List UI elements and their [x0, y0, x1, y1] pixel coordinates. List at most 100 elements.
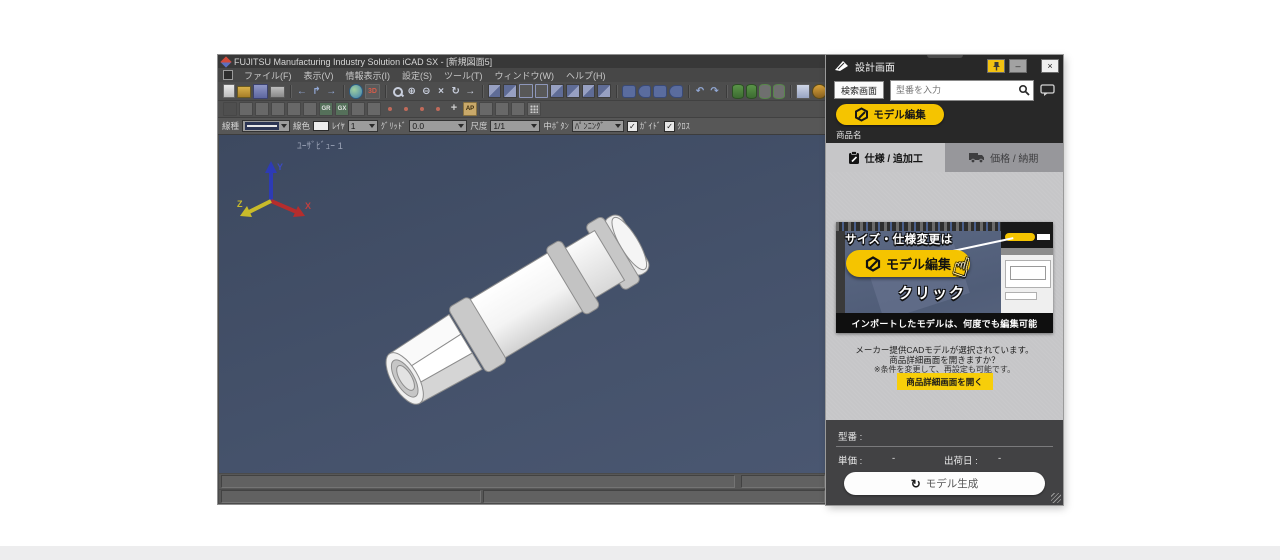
solid-tool-2-icon[interactable]	[638, 85, 652, 98]
panel-tabs: 仕様 / 追加工 価格 / 納期	[826, 143, 1063, 172]
menu-info[interactable]: 情報表示(I)	[340, 69, 397, 82]
view-cube-bottom-icon[interactable]	[566, 84, 580, 98]
3d-viewport[interactable]: ﾕｰｻﾞﾋﾞｭｰ 1 Y X Z	[219, 135, 827, 473]
zoom-icon[interactable]	[391, 85, 404, 98]
undo-icon[interactable]: ↶	[694, 85, 707, 98]
branch-icon[interactable]: ↱	[310, 85, 323, 98]
select-icon[interactable]	[223, 102, 237, 116]
guide-check-icon: ✓	[627, 121, 638, 132]
panel-title: 設計画面	[855, 59, 983, 74]
view-cube-left-icon[interactable]	[519, 84, 533, 98]
open-product-detail-button[interactable]: 商品詳細画面を開く	[897, 373, 993, 390]
menu-help[interactable]: ヘルプ(H)	[560, 69, 612, 82]
save-icon[interactable]	[253, 84, 268, 99]
print-icon[interactable]	[270, 86, 285, 98]
toolbar-edit: GR GX + AP	[218, 101, 828, 118]
part-wire-2-icon[interactable]	[773, 84, 785, 99]
angle-icon[interactable]	[495, 102, 509, 116]
split-icon[interactable]	[367, 102, 381, 116]
dimension-icon[interactable]	[479, 102, 493, 116]
middle-button-select[interactable]: ﾊﾟﾝﾆﾝｸﾞ	[572, 120, 624, 132]
view-cube-back-icon[interactable]	[503, 84, 517, 98]
model-generate-button[interactable]: ↻ モデル生成	[844, 472, 1045, 495]
rotate-view-icon[interactable]: ↻	[449, 85, 462, 98]
solid-tool-4-icon[interactable]	[669, 85, 683, 98]
tab-price-delivery[interactable]: 価格 / 納期	[945, 143, 1064, 172]
region-select-icon[interactable]	[239, 102, 253, 116]
minimize-button[interactable]: –	[1009, 59, 1027, 73]
status-field-right	[741, 475, 825, 488]
segment-point-icon[interactable]	[415, 102, 429, 116]
endpoint-icon[interactable]	[399, 102, 413, 116]
menu-tools[interactable]: ツール(T)	[438, 69, 489, 82]
zoom-in-icon[interactable]: ⊕	[405, 85, 418, 98]
view-cube-front-icon[interactable]	[488, 84, 502, 98]
solid-tool-1-icon[interactable]	[622, 85, 636, 98]
promo-banner[interactable]: サイズ・仕様変更は モデル編集 ☝ クリック インポートしたモデルは、何度でも編…	[836, 222, 1053, 333]
forward-icon[interactable]: →	[325, 85, 338, 98]
page-bottom-strip	[0, 546, 1280, 560]
cross-checkbox[interactable]: ✓ ｸﾛｽ	[664, 120, 690, 132]
close-button[interactable]: ×	[1041, 59, 1059, 73]
copy-icon[interactable]	[271, 102, 285, 116]
model-globe-icon[interactable]	[349, 84, 364, 99]
menu-window[interactable]: ウィンドウ(W)	[489, 69, 561, 82]
part-number-input[interactable]	[894, 84, 1015, 96]
group-gr-icon[interactable]: GR	[319, 102, 333, 116]
zoom-out-icon[interactable]: ⊖	[420, 85, 433, 98]
numeric-input-icon[interactable]	[511, 102, 525, 116]
point-icon[interactable]	[383, 102, 397, 116]
polygon-icon[interactable]	[287, 102, 301, 116]
part-wire-icon[interactable]	[759, 84, 771, 99]
tab-spec-additional[interactable]: 仕様 / 追加工	[826, 143, 945, 172]
view-cube-user-icon[interactable]	[597, 84, 611, 98]
grid-select[interactable]: 0.0	[409, 120, 467, 132]
search-screen-button[interactable]: 検索画面	[834, 81, 884, 99]
cad-window: FUJITSU Manufacturing Industry Solution …	[218, 55, 828, 504]
midpoint-icon[interactable]	[431, 102, 445, 116]
menu-view[interactable]: 表示(V)	[298, 69, 340, 82]
part-solid-2-icon[interactable]	[746, 84, 758, 99]
drag-handle[interactable]	[927, 55, 963, 58]
fit-view-icon[interactable]: →	[464, 85, 477, 98]
guide-checkbox[interactable]: ✓ ｶﾞｲﾄﾞ	[627, 120, 661, 132]
reference-icon[interactable]	[351, 102, 365, 116]
layer-select[interactable]: 1	[348, 120, 378, 132]
snap-ap-icon[interactable]: AP	[463, 102, 477, 116]
line-color-swatch[interactable]	[313, 121, 329, 131]
search-icon[interactable]	[1018, 84, 1030, 96]
redo-icon[interactable]: ↷	[708, 85, 721, 98]
line-type-select[interactable]	[242, 120, 290, 132]
parts-list-icon[interactable]	[812, 84, 827, 99]
part-solid-icon[interactable]	[732, 84, 744, 99]
move-icon[interactable]	[255, 102, 269, 116]
pin-button[interactable]	[987, 59, 1005, 73]
menu-settings[interactable]: 設定(S)	[396, 69, 438, 82]
menu-file[interactable]: ファイル(F)	[238, 69, 298, 82]
zoom-cancel-icon[interactable]: ×	[435, 85, 448, 98]
view-cube-top-icon[interactable]	[550, 84, 564, 98]
intersection-icon[interactable]: +	[447, 102, 461, 116]
layer-label: ﾚｲﾔ	[332, 120, 345, 132]
drawing-ref-icon[interactable]	[796, 84, 811, 99]
feedback-icon[interactable]	[1040, 84, 1055, 96]
middle-button-label: 中ﾎﾞﾀﾝ	[543, 120, 569, 132]
new-drawing-icon[interactable]	[223, 84, 235, 98]
solid-tool-3-icon[interactable]	[653, 85, 667, 98]
pin-icon	[992, 61, 1001, 71]
group-gx-icon[interactable]: GX	[335, 102, 349, 116]
hatch-icon[interactable]	[303, 102, 317, 116]
system-menu-icon[interactable]	[223, 70, 233, 80]
view-cube-iso-icon[interactable]	[582, 84, 596, 98]
view-cube-right-icon[interactable]	[535, 84, 549, 98]
back-icon[interactable]: ←	[296, 85, 309, 98]
status-field-a	[221, 490, 481, 503]
open-file-icon[interactable]	[237, 86, 252, 98]
to-3d-icon[interactable]: 3D	[365, 84, 380, 99]
grid-label: ｸﾞﾘｯﾄﾞ	[381, 120, 407, 132]
grid-points-icon[interactable]	[527, 102, 541, 116]
scale-select[interactable]: 1/1	[490, 120, 540, 132]
model-edit-button[interactable]: モデル編集	[836, 104, 944, 125]
resize-grip[interactable]	[1051, 493, 1061, 503]
3d-model	[219, 135, 827, 473]
